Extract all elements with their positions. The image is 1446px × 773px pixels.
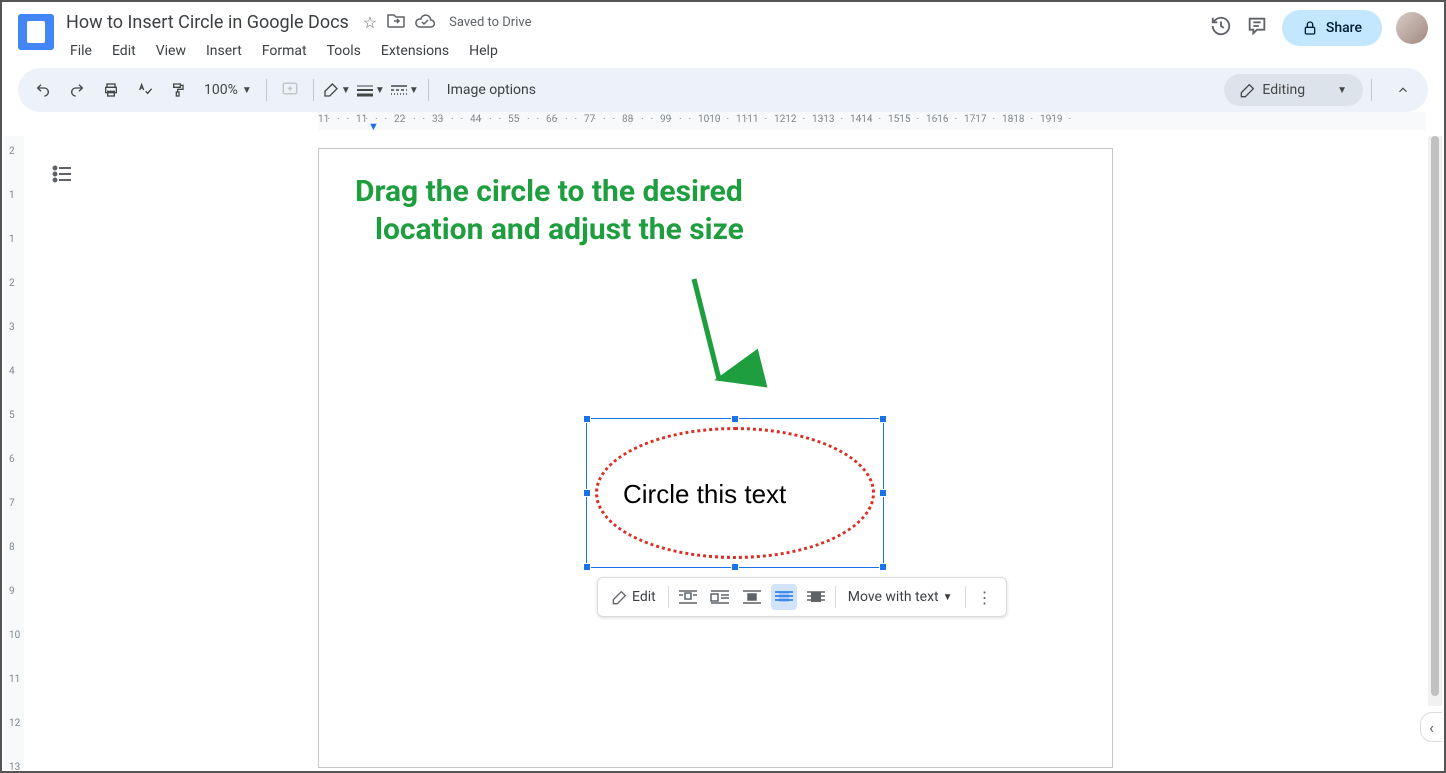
- menu-tools[interactable]: Tools: [319, 39, 369, 63]
- redo-button[interactable]: [62, 75, 92, 105]
- print-button[interactable]: [96, 75, 126, 105]
- comment-history-icon[interactable]: [1246, 15, 1268, 42]
- break-text-button[interactable]: [739, 584, 765, 610]
- annotation-arrow-icon: [679, 279, 739, 399]
- vertical-ruler[interactable]: 2112345678910111213: [4, 136, 24, 769]
- image-floating-toolbar: Edit Move with text ▼ ⋮: [597, 577, 1007, 617]
- image-options-button[interactable]: Image options: [437, 78, 546, 102]
- vertical-scrollbar[interactable]: [1428, 136, 1442, 706]
- document-title[interactable]: How to Insert Circle in Google Docs: [62, 10, 353, 35]
- undo-button[interactable]: [28, 75, 58, 105]
- pencil-icon: [1240, 82, 1256, 98]
- more-vert-icon: ⋮: [977, 588, 993, 607]
- spellcheck-button[interactable]: [130, 75, 160, 105]
- menu-help[interactable]: Help: [461, 39, 506, 63]
- app-header: How to Insert Circle in Google Docs ☆ Sa…: [2, 2, 1444, 62]
- resize-handle-n[interactable]: [731, 415, 739, 423]
- position-options-button[interactable]: Move with text ▼: [842, 585, 959, 609]
- resize-handle-w[interactable]: [583, 489, 591, 497]
- menu-view[interactable]: View: [148, 39, 194, 63]
- in-front-of-text-button[interactable]: [803, 584, 829, 610]
- menu-bar: File Edit View Insert Format Tools Exten…: [62, 39, 1210, 63]
- resize-handle-sw[interactable]: [583, 563, 591, 571]
- show-side-panel-button[interactable]: ‹: [1420, 712, 1442, 742]
- lock-icon: [1302, 20, 1318, 36]
- menu-format[interactable]: Format: [254, 39, 315, 63]
- annotation-text: Drag the circle to the desired location …: [355, 173, 744, 248]
- border-weight-button[interactable]: ▼: [356, 75, 386, 105]
- border-color-button[interactable]: ▼: [322, 75, 352, 105]
- menu-insert[interactable]: Insert: [198, 39, 250, 63]
- border-dash-button[interactable]: ▼: [390, 75, 420, 105]
- star-icon[interactable]: ☆: [363, 13, 377, 32]
- horizontal-ruler[interactable]: 1···1···2···3···4···5···6···7···8···9···…: [2, 112, 1444, 132]
- add-comment-button[interactable]: [275, 75, 305, 105]
- last-edit-icon[interactable]: [1210, 15, 1232, 42]
- resize-handle-s[interactable]: [731, 563, 739, 571]
- resize-handle-se[interactable]: [879, 563, 887, 571]
- share-label: Share: [1326, 20, 1362, 36]
- edit-image-button[interactable]: Edit: [606, 585, 662, 609]
- resize-handle-nw[interactable]: [583, 415, 591, 423]
- document-page[interactable]: Drag the circle to the desired location …: [318, 148, 1113, 768]
- wrap-text-button[interactable]: [707, 584, 733, 610]
- zoom-select[interactable]: 100%▼: [198, 82, 258, 98]
- menu-edit[interactable]: Edit: [104, 39, 144, 63]
- share-button[interactable]: Share: [1282, 10, 1382, 46]
- paint-format-button[interactable]: [164, 75, 194, 105]
- behind-text-button[interactable]: [771, 584, 797, 610]
- resize-handle-ne[interactable]: [879, 415, 887, 423]
- account-avatar[interactable]: [1396, 12, 1428, 44]
- collapse-toolbar-button[interactable]: [1388, 75, 1418, 105]
- docs-logo-icon[interactable]: [18, 14, 54, 50]
- move-to-folder-icon[interactable]: [387, 13, 405, 32]
- wrap-inline-button[interactable]: [675, 584, 701, 610]
- editing-mode-button[interactable]: Editing ▼: [1224, 74, 1363, 106]
- menu-file[interactable]: File: [62, 39, 100, 63]
- pencil-icon: [612, 589, 628, 605]
- document-outline-button[interactable]: [44, 156, 80, 192]
- more-options-button[interactable]: ⋮: [972, 584, 998, 610]
- saved-status-text: Saved to Drive: [449, 15, 531, 30]
- toolbar: 100%▼ ▼ ▼ ▼ Image options Editing ▼: [18, 68, 1428, 112]
- menu-extensions[interactable]: Extensions: [373, 39, 457, 63]
- cloud-saved-icon[interactable]: [415, 13, 435, 32]
- resize-handle-e[interactable]: [879, 489, 887, 497]
- page-content-text: Circle this text: [623, 479, 786, 510]
